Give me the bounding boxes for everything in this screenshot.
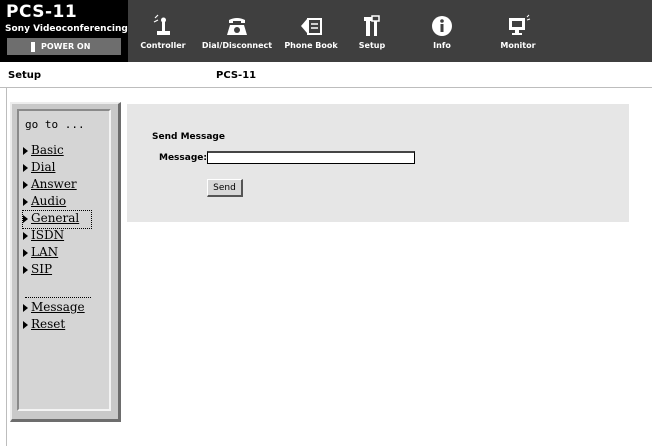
nav-label: Monitor — [500, 41, 536, 50]
goto-link-dial[interactable]: Dial — [23, 160, 91, 177]
goto-link-label: SIP — [31, 262, 53, 276]
goto-link-answer[interactable]: Answer — [23, 177, 91, 194]
send-button[interactable]: Send — [207, 179, 243, 197]
brand-subtitle: Sony Videoconferencing — [5, 24, 128, 34]
power-led-icon — [31, 41, 35, 52]
nav-monitor[interactable]: Monitor — [490, 0, 546, 62]
goto-link-sip[interactable]: SIP — [23, 262, 91, 279]
bullet-icon — [23, 197, 28, 206]
monitor-icon — [509, 14, 531, 35]
goto-link-basic[interactable]: Basic — [23, 143, 91, 160]
message-input[interactable] — [207, 151, 415, 164]
goto-inner: go to ... Basic Dial Answer Audio Genera… — [17, 109, 111, 411]
bullet-icon — [23, 248, 28, 257]
info-icon — [432, 16, 452, 36]
goto-list: Basic Dial Answer Audio General ISDN LAN… — [22, 143, 92, 334]
goto-link-label: Dial — [31, 160, 56, 174]
form-heading: Send Message — [152, 132, 225, 142]
nav-label: Phone Book — [284, 41, 338, 50]
bullet-icon — [23, 320, 28, 329]
power-status: POWER ON — [41, 42, 91, 51]
bullet-icon — [23, 146, 28, 155]
frame-divider — [6, 88, 7, 446]
goto-link-label: Audio — [31, 194, 67, 208]
power-indicator: POWER ON — [7, 38, 121, 55]
goto-link-label: Message — [31, 300, 85, 314]
setup-tools-icon — [364, 15, 380, 36]
nav-label: Dial/Disconnect — [201, 41, 273, 50]
goto-panel: go to ... Basic Dial Answer Audio Genera… — [10, 102, 121, 422]
goto-link-general[interactable]: General — [22, 210, 92, 229]
nav-controller[interactable]: Controller — [136, 0, 190, 62]
bullet-icon — [23, 303, 28, 312]
nav-dial-disconnect[interactable]: Dial/Disconnect — [198, 0, 276, 62]
phone-book-icon — [301, 18, 322, 35]
brand-block: PCS-11 Sony Videoconferencing POWER ON — [0, 0, 128, 62]
device-title: PCS-11 — [216, 70, 257, 81]
top-banner: PCS-11 Sony Videoconferencing POWER ON C… — [0, 0, 652, 62]
bullet-icon — [23, 214, 28, 223]
dial-disconnect-icon — [227, 18, 247, 35]
bullet-icon — [23, 180, 28, 189]
goto-link-message[interactable]: Message — [23, 300, 91, 317]
goto-link-label: Reset — [31, 317, 66, 331]
nav-setup[interactable]: Setup — [350, 0, 394, 62]
section-title: Setup — [8, 70, 42, 81]
goto-separator — [25, 285, 91, 298]
goto-link-reset[interactable]: Reset — [23, 317, 91, 334]
goto-link-lan[interactable]: LAN — [23, 245, 91, 262]
goto-title: go to ... — [25, 118, 85, 131]
goto-link-label: General — [31, 211, 80, 225]
goto-link-label: LAN — [31, 245, 59, 259]
goto-link-isdn[interactable]: ISDN — [23, 228, 91, 245]
nav-label: Controller — [140, 41, 186, 50]
goto-link-label: Basic — [31, 143, 64, 157]
bullet-icon — [23, 231, 28, 240]
goto-link-audio[interactable]: Audio — [23, 194, 91, 211]
nav-phone-book[interactable]: Phone Book — [280, 0, 342, 62]
bullet-icon — [23, 265, 28, 274]
send-message-panel: Send Message Message: Send — [127, 104, 629, 222]
page-header: Setup PCS-11 — [0, 62, 652, 88]
nav-label: Setup — [358, 41, 386, 50]
nav-label: Info — [433, 41, 451, 50]
goto-link-label: Answer — [31, 177, 77, 191]
goto-link-label: ISDN — [31, 228, 65, 242]
brand-name: PCS-11 — [6, 2, 78, 22]
bullet-icon — [23, 163, 28, 172]
message-label: Message: — [159, 153, 207, 163]
controller-icon — [153, 14, 170, 35]
nav-info[interactable]: Info — [420, 0, 464, 62]
